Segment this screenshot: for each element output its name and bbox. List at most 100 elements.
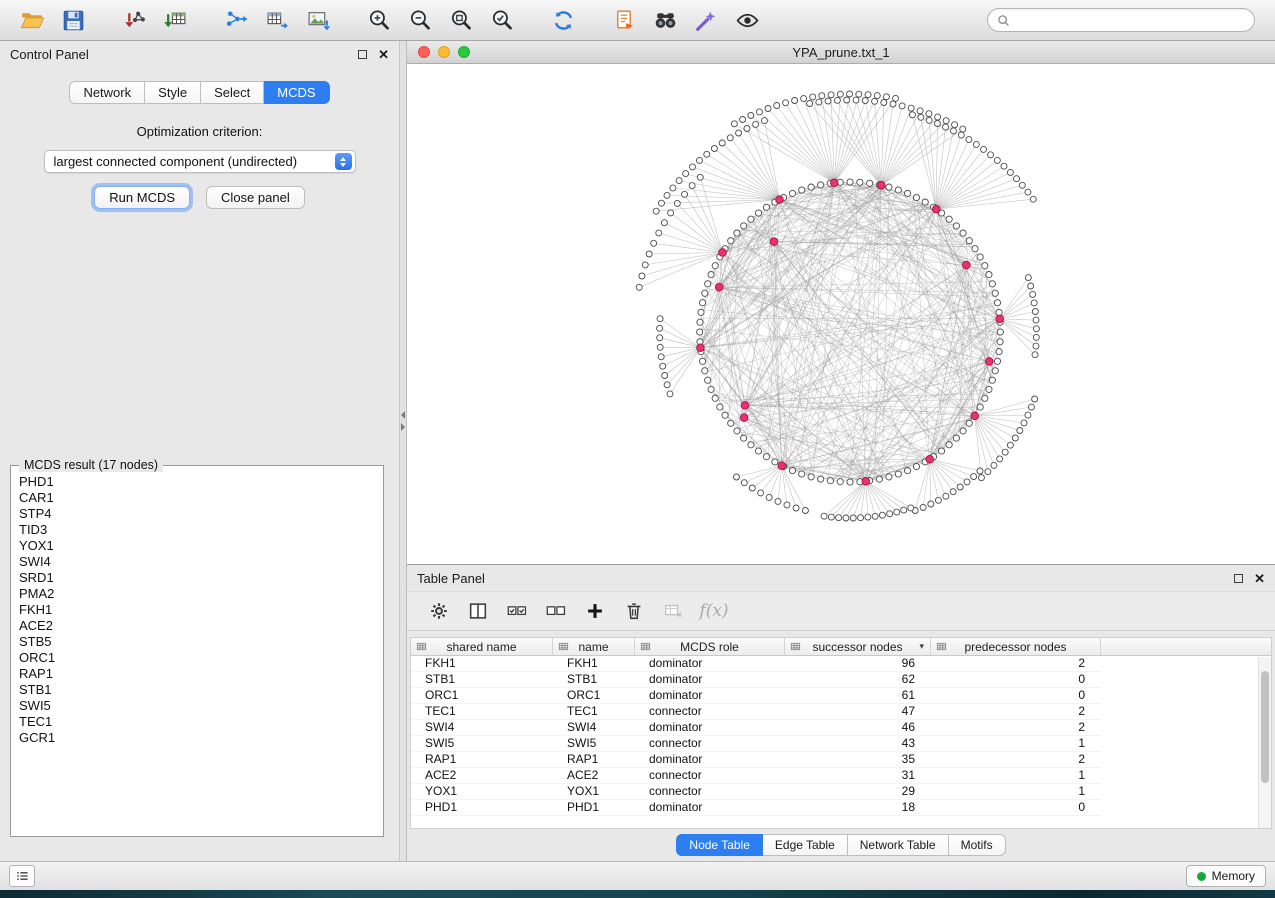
mcds-result-item[interactable]: YOX1	[19, 538, 375, 554]
close-window-icon[interactable]	[418, 46, 430, 58]
network-node[interactable]	[862, 98, 868, 104]
column-header-predecessor-nodes[interactable]: predecessor nodes	[931, 638, 1101, 655]
network-node[interactable]	[850, 515, 856, 521]
network-hub-node[interactable]	[985, 358, 993, 366]
network-node[interactable]	[763, 454, 769, 460]
mcds-result-item[interactable]: GCR1	[19, 730, 375, 746]
network-node[interactable]	[899, 103, 905, 109]
network-node[interactable]	[946, 216, 952, 222]
import-table-button[interactable]	[155, 4, 196, 36]
mcds-result-item[interactable]: TEC1	[19, 714, 375, 730]
mcds-result-item[interactable]: RAP1	[19, 666, 375, 682]
network-node[interactable]	[985, 469, 991, 475]
network-node[interactable]	[712, 263, 718, 269]
network-node[interactable]	[926, 111, 932, 117]
network-node[interactable]	[926, 117, 932, 123]
network-node[interactable]	[668, 210, 674, 216]
network-node[interactable]	[761, 118, 767, 124]
network-node[interactable]	[1007, 442, 1013, 448]
network-node[interactable]	[763, 204, 769, 210]
mcds-result-item[interactable]: ORC1	[19, 650, 375, 666]
network-node[interactable]	[890, 101, 896, 107]
tab-network[interactable]: Network	[69, 81, 145, 104]
network-node[interactable]	[977, 468, 983, 474]
network-node[interactable]	[819, 93, 825, 99]
network-node[interactable]	[765, 106, 771, 112]
network-node[interactable]	[1032, 352, 1038, 358]
mcds-result-item[interactable]: ACE2	[19, 618, 375, 634]
column-header-successor-nodes[interactable]: successor nodes▾	[785, 638, 931, 655]
network-node[interactable]	[689, 183, 695, 189]
network-node[interactable]	[872, 513, 878, 519]
network-node[interactable]	[801, 96, 807, 102]
network-node[interactable]	[865, 514, 871, 520]
network-node[interactable]	[1030, 291, 1036, 297]
network-node[interactable]	[766, 494, 772, 500]
network-node[interactable]	[935, 497, 941, 503]
export-image-button[interactable]	[298, 4, 339, 36]
network-node[interactable]	[886, 184, 892, 190]
network-node[interactable]	[960, 230, 966, 236]
add-column-button[interactable]	[579, 596, 611, 626]
network-hub-node[interactable]	[996, 315, 1004, 323]
network-node[interactable]	[950, 128, 956, 134]
network-node[interactable]	[920, 505, 926, 511]
network-node[interactable]	[986, 272, 992, 278]
table-row[interactable]: PHD1PHD1dominator180	[411, 800, 1271, 816]
network-node[interactable]	[1012, 435, 1018, 441]
network-node[interactable]	[883, 94, 889, 100]
network-node[interactable]	[702, 290, 708, 296]
network-node[interactable]	[966, 137, 972, 143]
network-node[interactable]	[837, 91, 843, 97]
maximize-window-icon[interactable]	[458, 46, 470, 58]
network-node[interactable]	[657, 316, 663, 322]
column-header-MCDS-role[interactable]: MCDS role	[635, 638, 785, 655]
network-node[interactable]	[872, 98, 878, 104]
network-node[interactable]	[705, 281, 711, 287]
network-node[interactable]	[991, 462, 997, 468]
network-node[interactable]	[821, 513, 827, 519]
network-node[interactable]	[699, 300, 705, 306]
network-node[interactable]	[1033, 326, 1039, 332]
network-node[interactable]	[938, 448, 944, 454]
network-node[interactable]	[1007, 169, 1013, 175]
network-node[interactable]	[727, 135, 733, 141]
network-node[interactable]	[1032, 396, 1038, 402]
network-node[interactable]	[697, 319, 703, 325]
network-node[interactable]	[636, 284, 642, 290]
network-node[interactable]	[928, 501, 934, 507]
mcds-result-item[interactable]: SWI5	[19, 698, 375, 714]
tab-mcds[interactable]: MCDS	[264, 81, 329, 104]
network-node[interactable]	[697, 174, 703, 180]
network-node[interactable]	[772, 459, 778, 465]
network-node[interactable]	[922, 199, 928, 205]
network-node[interactable]	[682, 191, 688, 197]
network-node[interactable]	[664, 192, 670, 198]
network-hub-node[interactable]	[877, 182, 885, 190]
network-node[interactable]	[749, 485, 755, 491]
network-hub-node[interactable]	[697, 344, 705, 352]
mcds-result-item[interactable]: PHD1	[19, 474, 375, 490]
network-node[interactable]	[827, 478, 833, 484]
network-node[interactable]	[699, 358, 705, 364]
table-settings-button[interactable]	[423, 596, 455, 626]
network-node[interactable]	[1001, 163, 1007, 169]
network-node[interactable]	[670, 185, 676, 191]
network-hub-node[interactable]	[830, 179, 838, 187]
network-node[interactable]	[964, 479, 970, 485]
network-node[interactable]	[728, 238, 734, 244]
table-row[interactable]: SWI5SWI5connector431	[411, 736, 1271, 752]
network-node[interactable]	[734, 428, 740, 434]
network-node[interactable]	[808, 474, 814, 480]
close-panel-icon[interactable]: ✕	[378, 48, 389, 61]
network-node[interactable]	[1033, 334, 1039, 340]
network-node[interactable]	[658, 200, 664, 206]
network-hub-node[interactable]	[740, 414, 748, 422]
mcds-result-item[interactable]: STB5	[19, 634, 375, 650]
optimization-criterion-select[interactable]: largest connected component (undirected)	[44, 150, 356, 173]
network-node[interactable]	[836, 515, 842, 521]
network-node[interactable]	[741, 223, 747, 229]
network-node[interactable]	[818, 182, 824, 188]
mcds-result-item[interactable]: TID3	[19, 522, 375, 538]
network-node[interactable]	[847, 479, 853, 485]
